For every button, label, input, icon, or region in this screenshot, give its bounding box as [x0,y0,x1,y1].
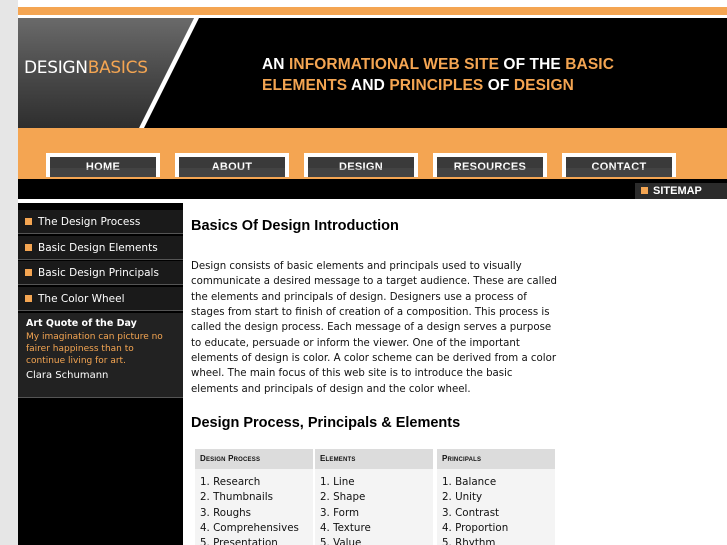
sidebar: The Design Process Basic Design Elements… [18,203,183,545]
sitemap-link[interactable]: SITEMAP [635,183,727,199]
site-header: DESIGNBASICS AN INFORMATIONAL WEB SITE O… [18,18,727,128]
tagline-segment: AND [347,77,390,94]
list-item: 4. Texture [320,522,371,535]
site-logo[interactable]: DESIGNBASICS [24,58,148,78]
list-item: 3. Form [320,506,360,519]
page-title: Basics Of Design Introduction [191,218,399,234]
nav-design[interactable]: DESIGN [304,153,418,177]
list-item: 5. Value [320,537,362,545]
column-elements: Elements 1. Line 2. Shape 3. Form 4. Tex… [315,449,433,545]
sidebar-item-label: The Color Wheel [38,293,125,305]
sidebar-item-color-wheel[interactable]: The Color Wheel [18,287,183,311]
quote-title: Art Quote of the Day [26,318,137,329]
intro-paragraph: Design consists of basic elements and pr… [191,261,558,395]
logo-panel[interactable]: DESIGNBASICS [18,18,218,128]
quote-text: My imagination can picture no fairer hap… [26,332,163,366]
tagline-segment: DESIGN [513,77,574,94]
top-accent-strip [18,7,727,15]
nav-about[interactable]: ABOUT [175,153,289,177]
sidebar-item-label: Basic Design Principals [38,267,159,279]
list-item: 1. Line [320,476,355,488]
list-item: 1. Balance [442,476,497,488]
quote-author: Clara Schumann [26,370,109,381]
list-item: 2. Shape [320,491,366,504]
nav-resources[interactable]: RESOURCES [433,153,547,177]
art-quote-box: Art Quote of the Day My imagination can … [18,313,183,398]
list-item: 2. Unity [442,491,483,504]
column-header: Elements [315,449,433,469]
tagline-segment: ELEMENTS [262,77,348,94]
list-item: 5. Presentation [200,537,278,545]
list-item: 4. Proportion [442,522,509,535]
nav-contact[interactable]: CONTACT [562,153,676,177]
column-header: Design Process [195,449,313,469]
tagline-segment: PRINCIPLES [389,77,484,94]
square-bullet-icon [641,187,648,194]
sidebar-item-label: The Design Process [38,216,141,228]
column-header: Principals [437,449,555,469]
square-bullet-icon [25,269,32,276]
main-content: Basics Of Design Introduction Design con… [191,203,727,545]
sidebar-item-design-process[interactable]: The Design Process [18,210,183,234]
sidebar-item-design-elements[interactable]: Basic Design Elements [18,236,183,260]
sitemap-label: SITEMAP [653,185,702,197]
site-tagline: AN INFORMATIONAL WEB SITE OF THE BASIC E… [262,54,614,96]
logo-primary-text: DESIGN [24,58,88,78]
tagline-segment: OF THE [499,56,566,73]
column-principals: Principals 1. Balance 2. Unity 3. Contra… [437,449,555,545]
list-item: 1. Research [200,476,261,488]
list-item: 3. Contrast [442,506,500,519]
list-item: 2. Thumbnails [200,491,273,504]
sub-nav-bar [18,179,727,199]
logo-accent-text: BASICS [87,58,148,78]
nav-band: HOME ABOUT DESIGN RESOURCES CONTACT [18,128,727,179]
square-bullet-icon [25,218,32,225]
sidebar-item-design-principals[interactable]: Basic Design Principals [18,261,183,285]
page: DESIGNBASICS AN INFORMATIONAL WEB SITE O… [18,0,727,545]
sidebar-item-label: Basic Design Elements [38,242,158,254]
tagline-segment: BASIC [565,56,614,73]
list-item: 5. Rhythm [442,537,496,545]
nav-home[interactable]: HOME [46,153,160,177]
list-item: 3. Roughs [200,506,252,519]
list-item: 4. Comprehensives [200,522,299,535]
tagline-line-2: ELEMENTS AND PRINCIPLES OF DESIGN [262,75,614,96]
column-design-process: Design Process 1. Research 2. Thumbnails… [195,449,313,545]
tagline-segment: OF [483,77,514,94]
tagline-segment: INFORMATIONAL WEB SITE [289,56,500,73]
tagline-segment: AN [262,56,289,73]
tagline-line-1: AN INFORMATIONAL WEB SITE OF THE BASIC [262,54,614,75]
square-bullet-icon [25,295,32,302]
section-heading: Design Process, Principals & Elements [191,415,461,431]
square-bullet-icon [25,244,32,251]
